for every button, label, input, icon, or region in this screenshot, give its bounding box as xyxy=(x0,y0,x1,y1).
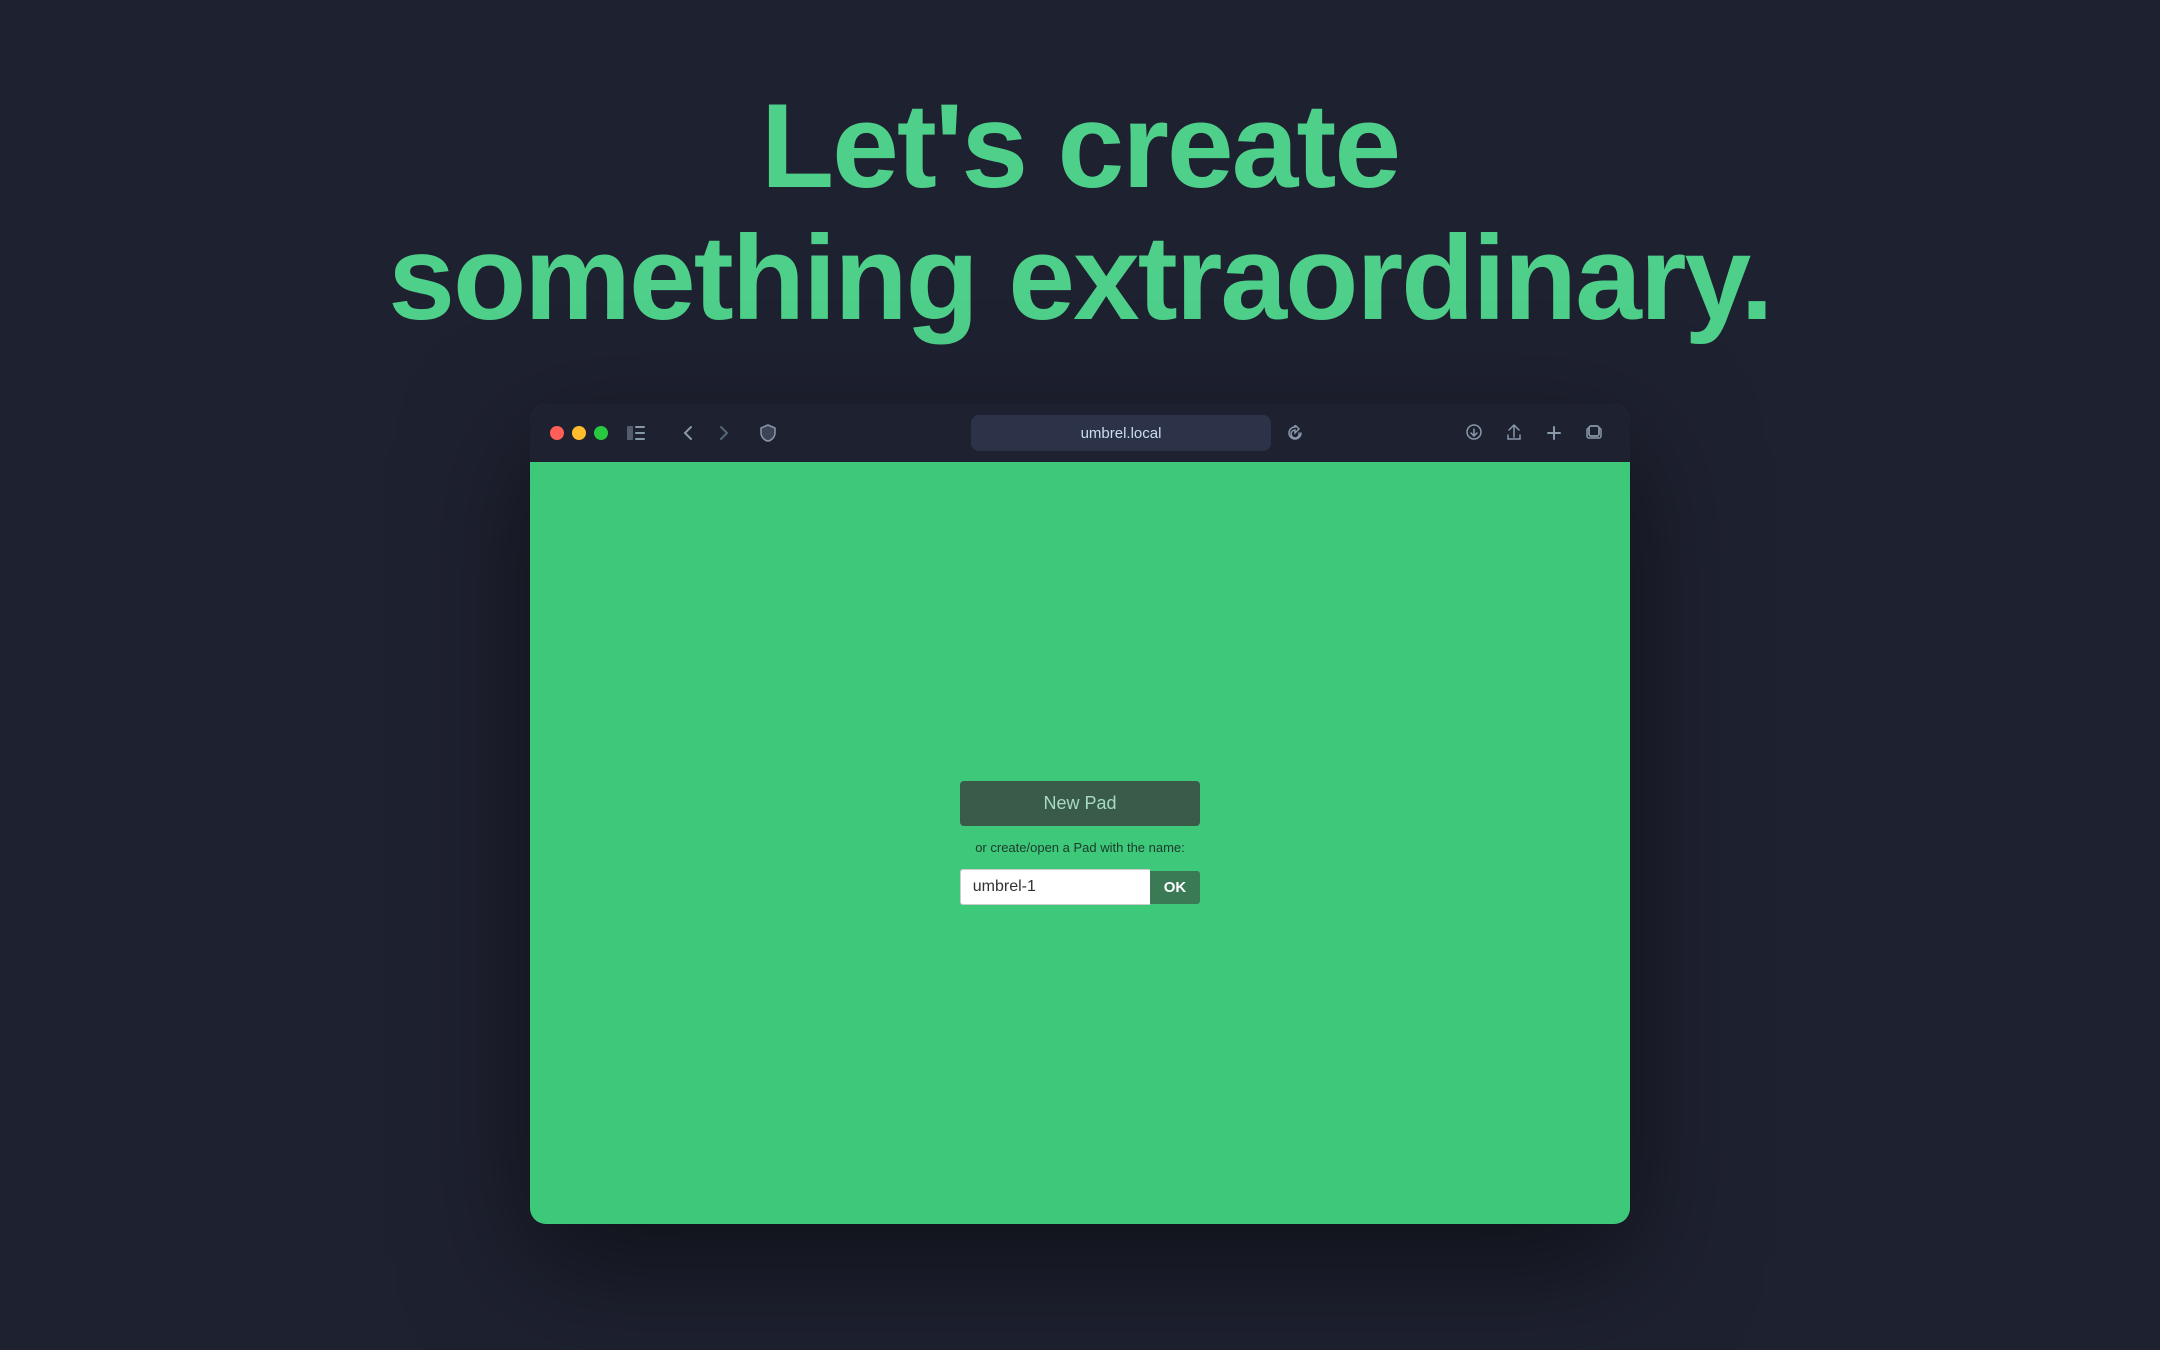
browser-window: umbrel.local xyxy=(530,404,1630,1224)
name-input-row: OK xyxy=(960,869,1201,905)
tabs-button[interactable] xyxy=(1578,417,1610,449)
back-button[interactable] xyxy=(672,417,704,449)
toolbar-right xyxy=(1458,417,1610,449)
nav-buttons xyxy=(672,417,740,449)
traffic-light-red[interactable] xyxy=(550,426,564,440)
create-open-text: or create/open a Pad with the name: xyxy=(975,840,1185,855)
headline-line2: something extraordinary. xyxy=(388,212,1771,344)
pad-name-input[interactable] xyxy=(960,869,1150,905)
traffic-lights xyxy=(550,426,608,440)
url-text: umbrel.local xyxy=(1081,425,1162,442)
new-pad-button[interactable]: New Pad xyxy=(960,781,1200,826)
url-bar[interactable]: umbrel.local xyxy=(971,415,1271,451)
url-bar-wrapper: umbrel.local xyxy=(796,415,1446,451)
browser-toolbar: umbrel.local xyxy=(530,404,1630,462)
download-button[interactable] xyxy=(1458,417,1490,449)
traffic-light-yellow[interactable] xyxy=(572,426,586,440)
headline-line1: Let's create xyxy=(388,80,1771,212)
forward-button[interactable] xyxy=(708,417,740,449)
headline-area: Let's create something extraordinary. xyxy=(388,80,1771,344)
share-button[interactable] xyxy=(1498,417,1530,449)
traffic-light-green[interactable] xyxy=(594,426,608,440)
ok-button[interactable]: OK xyxy=(1150,871,1201,904)
browser-content: New Pad or create/open a Pad with the na… xyxy=(530,462,1630,1224)
shield-icon[interactable] xyxy=(752,417,784,449)
refresh-button[interactable] xyxy=(1279,417,1311,449)
new-tab-button[interactable] xyxy=(1538,417,1570,449)
center-ui: New Pad or create/open a Pad with the na… xyxy=(960,781,1201,905)
sidebar-toggle-icon[interactable] xyxy=(620,417,652,449)
